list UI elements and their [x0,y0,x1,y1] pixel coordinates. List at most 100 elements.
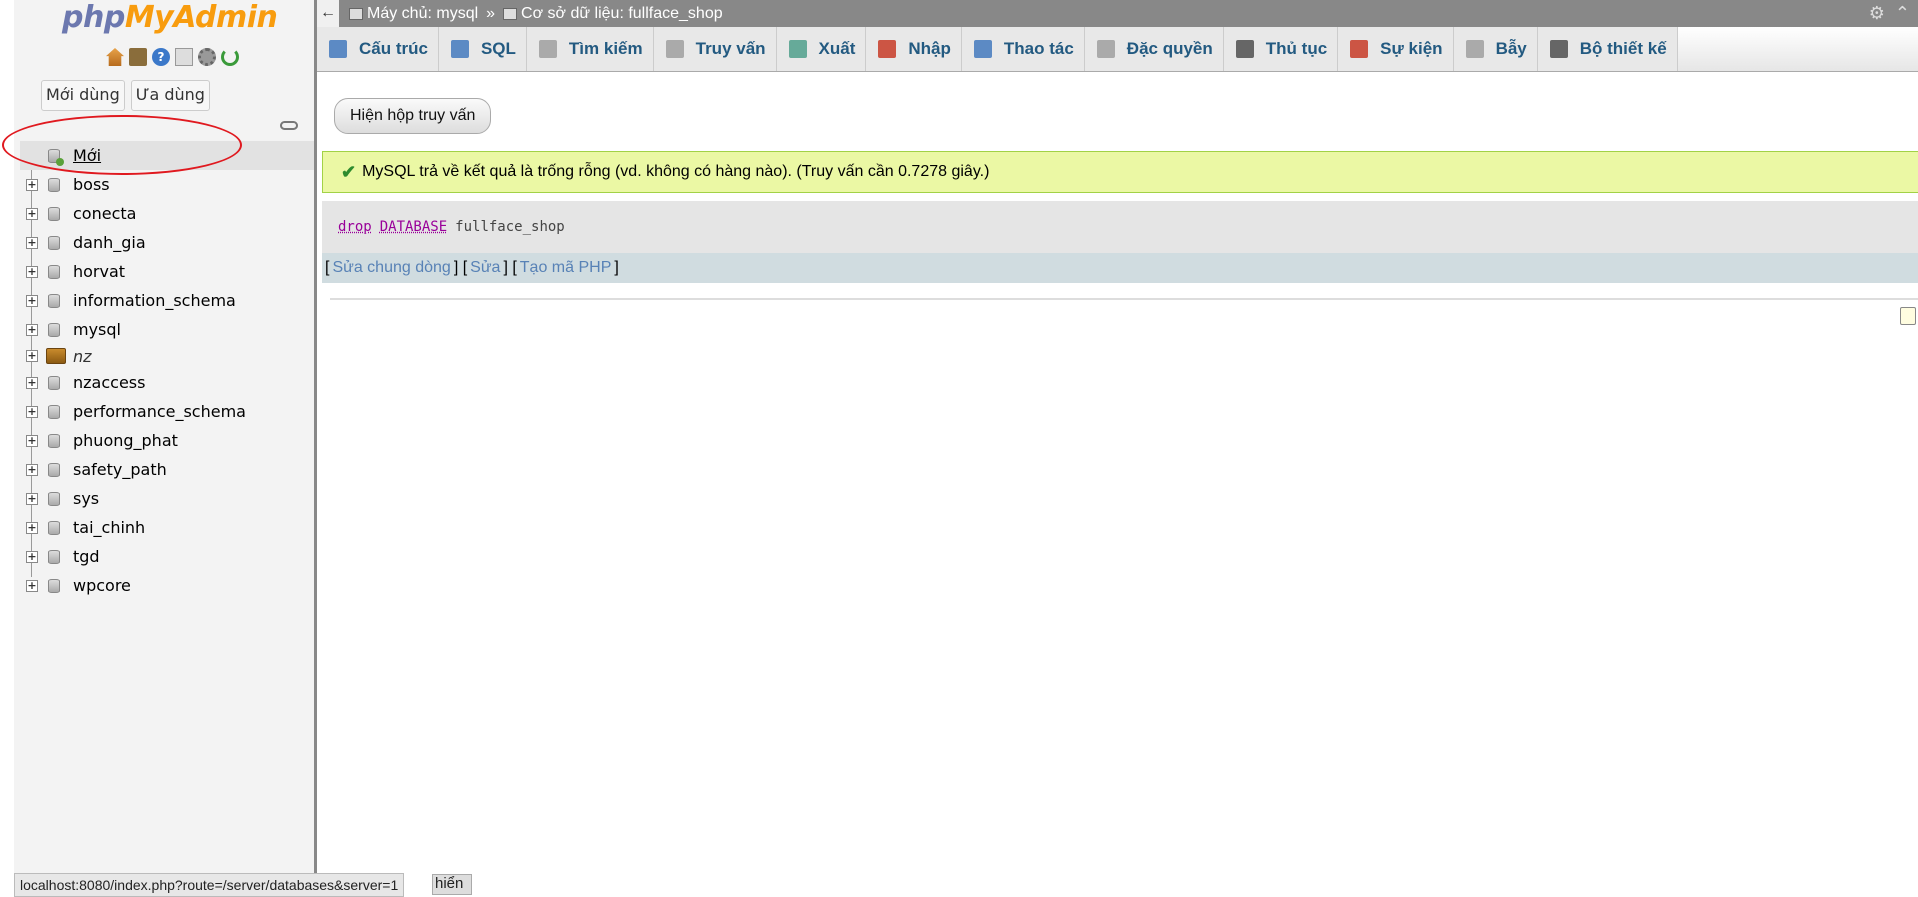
expand-icon[interactable]: + [26,434,38,447]
logout-icon[interactable] [129,48,147,66]
tree-item-db[interactable]: + horvat [20,257,314,286]
database-label[interactable]: tai_chinh [73,518,145,537]
tree-item-db[interactable]: + safety_path [20,455,314,484]
breadcrumb-server[interactable]: Máy chủ: mysql [349,5,478,23]
tree-item-db[interactable]: + mysql [20,315,314,344]
tree-item-db[interactable]: + tai_chinh [20,513,314,542]
expand-icon[interactable]: + [26,207,38,220]
tree-item-db[interactable]: + performance_schema [20,397,314,426]
tab-label: Sự kiện [1380,39,1443,58]
database-label[interactable]: wpcore [73,576,131,595]
create-php-link[interactable]: Tạo mã PHP [520,259,612,277]
tab-structure[interactable]: Cấu trúc [317,27,439,71]
tab-designer[interactable]: Bộ thiết kế [1537,27,1678,71]
tab-sql[interactable]: SQL [438,27,527,71]
breadcrumb-database-label[interactable]: Cơ sở dữ liệu: fullface_shop [521,5,723,23]
top-menu: Cấu trúc SQL Tìm kiếm Truy vấn Xuất Nhập… [317,27,1918,72]
tab-privileges[interactable]: Đặc quyền [1084,27,1224,71]
help-icon[interactable]: ? [152,48,170,66]
tree-item-db[interactable]: + boss [20,170,314,199]
tree-item-db[interactable]: + nzaccess [20,368,314,397]
tab-label: Thao tác [1003,39,1074,58]
show-query-box-button[interactable]: Hiện hộp truy vấn [334,98,492,134]
database-label[interactable]: nzaccess [73,373,145,392]
tab-routines[interactable]: Thủ tục [1223,27,1339,71]
tree-item-db[interactable]: + danh_gia [20,228,314,257]
database-label[interactable]: boss [73,175,110,194]
phpmyadmin-logo[interactable]: phpMyAdmin [62,0,278,35]
inline-edit-link[interactable]: Sửa chung dòng [332,259,450,277]
console-tab[interactable]: hiển [432,874,472,895]
tree-item-db[interactable]: + nz [20,344,314,368]
expand-icon[interactable]: + [26,376,38,389]
reload-icon[interactable] [221,48,239,66]
database-label[interactable]: performance_schema [73,402,246,421]
export-icon [788,40,807,58]
top-right-controls: ⚙ ⌃ [1869,3,1910,24]
triggers-icon [1465,40,1484,58]
tree-item-db[interactable]: + wpcore [20,571,314,600]
sql-keyword[interactable]: DATABASE [380,219,447,235]
favorite-tab[interactable]: Ưa dùng [130,80,210,111]
database-label[interactable]: phuong_phat [73,431,178,450]
breadcrumb-server-label[interactable]: Máy chủ: mysql [367,5,478,23]
sql-query-display: drop DATABASE fullface_shop [322,201,1918,253]
expand-icon[interactable]: + [26,323,38,336]
tab-operations[interactable]: Thao tác [961,27,1085,71]
edit-link[interactable]: Sửa [470,259,500,277]
documentation-icon[interactable] [175,48,193,66]
link-with-main-icon[interactable] [280,121,298,130]
expand-icon[interactable]: + [26,236,38,249]
database-label[interactable]: conecta [73,204,136,223]
expand-icon[interactable]: + [26,350,38,362]
tree-item-db[interactable]: + sys [20,484,314,513]
database-label[interactable]: mysql [73,320,121,339]
collapse-arrow-icon[interactable]: ← [317,0,339,27]
expand-icon[interactable]: + [26,521,38,534]
database-label[interactable]: safety_path [73,460,167,479]
breadcrumb-database[interactable]: Cơ sở dữ liệu: fullface_shop [503,5,723,23]
expand-icon[interactable]: + [26,265,38,278]
expand-icon[interactable]: + [26,463,38,476]
sql-keyword[interactable]: drop [338,219,372,235]
tab-import[interactable]: Nhập [866,27,962,71]
tab-search[interactable]: Tìm kiếm [526,27,654,71]
settings-gear-icon[interactable]: ⚙ [1869,3,1885,24]
tab-export[interactable]: Xuất [776,27,867,71]
tree-item-db[interactable]: + information_schema [20,286,314,315]
success-message: ✔ MySQL trả về kết quả là trống rỗng (vd… [322,151,1918,193]
expand-icon[interactable]: + [26,492,38,505]
page-settings-icon[interactable] [1900,307,1916,325]
expand-icon[interactable]: + [26,178,38,191]
database-icon [48,578,60,593]
tab-events[interactable]: Sự kiện [1338,27,1454,71]
query-icon [665,40,684,58]
expand-icon[interactable]: + [26,405,38,418]
tab-triggers[interactable]: Bẫy [1453,27,1538,71]
tree-item-new[interactable]: Mới [20,141,314,170]
expand-icon[interactable]: + [26,579,38,592]
tree-item-db[interactable]: + tgd [20,542,314,571]
database-label[interactable]: horvat [73,262,125,281]
tree-item-db[interactable]: + conecta [20,199,314,228]
database-label[interactable]: tgd [73,547,100,566]
database-label[interactable]: nz [73,347,92,366]
home-icon[interactable] [106,48,124,66]
recent-favorite-tabs: Mới dùng Ưa dùng [41,80,210,111]
database-label[interactable]: sys [73,489,99,508]
designer-icon [1549,40,1568,58]
tab-label: Tìm kiếm [568,39,643,58]
panel-resizer[interactable] [314,0,317,895]
tree-item-db[interactable]: + phuong_phat [20,426,314,455]
collapse-icon[interactable]: ⌃ [1895,3,1910,24]
expand-icon[interactable]: + [26,550,38,563]
expand-icon[interactable]: + [26,294,38,307]
new-database-link[interactable]: Mới [73,146,101,165]
settings-icon[interactable] [198,48,216,66]
bracket: ] [ [453,259,468,276]
recent-tab[interactable]: Mới dùng [41,80,125,111]
database-label[interactable]: danh_gia [73,233,146,252]
tab-query[interactable]: Truy vấn [653,27,777,71]
breadcrumb: ← Máy chủ: mysql » Cơ sở dữ liệu: fullfa… [317,0,1918,27]
database-label[interactable]: information_schema [73,291,236,310]
